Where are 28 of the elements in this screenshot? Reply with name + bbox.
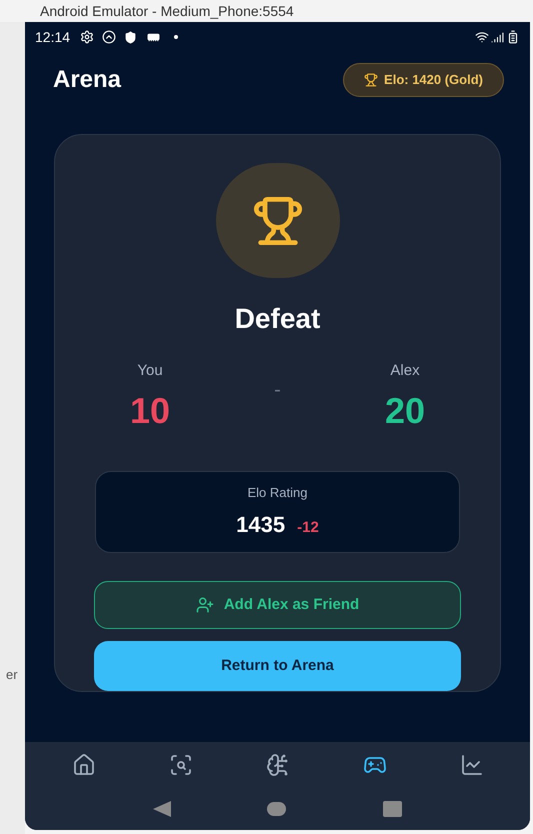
- home-button-icon[interactable]: [267, 802, 286, 816]
- player-name: Alex: [390, 361, 420, 382]
- elo-rating-value: 1435: [236, 511, 286, 540]
- signal-icon: [491, 30, 504, 44]
- player-score: 10: [130, 388, 170, 433]
- trophy-icon: [252, 194, 304, 247]
- shield-icon: [124, 30, 138, 44]
- status-time: 12:14: [35, 28, 70, 46]
- player-score: 20: [384, 388, 425, 433]
- player-name: You: [137, 361, 163, 382]
- wifi-icon: [475, 30, 489, 44]
- recents-icon[interactable]: [382, 801, 402, 817]
- elo-badge-text: Elo: 1420 (Gold): [384, 70, 483, 89]
- return-button[interactable]: Return to Arena: [94, 641, 461, 691]
- page-title: Arena: [53, 64, 122, 94]
- elo-rating-label: Elo Rating: [248, 484, 308, 502]
- score-separator: -: [274, 378, 281, 403]
- battery-icon: [506, 30, 520, 44]
- trophy-icon: [364, 72, 378, 86]
- add-friend-button[interactable]: Add Alex as Friend: [94, 581, 461, 629]
- result-title: Defeat: [234, 302, 320, 336]
- settings-icon: [80, 30, 94, 44]
- back-icon[interactable]: [153, 801, 172, 817]
- side-text: er: [5, 666, 19, 684]
- chevron-circle-icon: [102, 30, 116, 44]
- elo-rating-change: -12: [297, 518, 319, 538]
- window-title: Android Emulator - Medium_Phone:5554: [40, 3, 294, 19]
- add-user-icon: [196, 596, 214, 614]
